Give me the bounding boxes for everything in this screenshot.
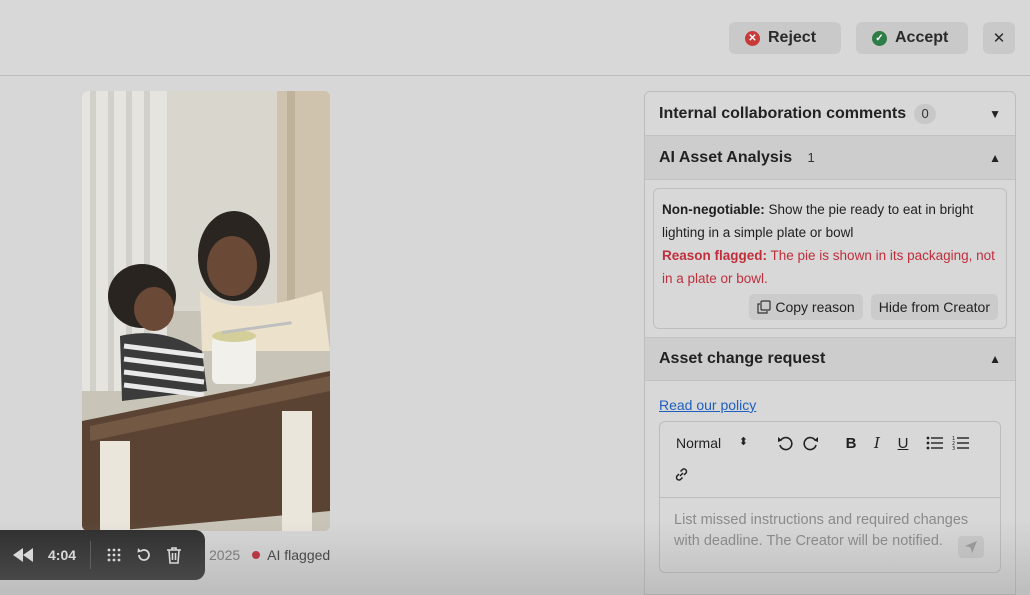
underline-icon[interactable]: U bbox=[890, 435, 916, 452]
review-panel: Internal collaboration comments 0 ▼ AI A… bbox=[644, 91, 1016, 595]
send-icon[interactable] bbox=[958, 536, 984, 558]
analysis-actions: Copy reason Hide from Creator bbox=[662, 294, 998, 320]
analysis-title: AI Asset Analysis bbox=[659, 148, 793, 166]
svg-text:3: 3 bbox=[952, 446, 955, 450]
close-icon: ✕ bbox=[992, 30, 1006, 47]
analysis-section-header[interactable]: AI Asset Analysis 1 ▲ bbox=[645, 136, 1015, 180]
link-icon[interactable] bbox=[668, 467, 694, 482]
bullet-list-icon[interactable] bbox=[922, 436, 948, 450]
undo-icon[interactable] bbox=[772, 435, 798, 451]
trash-icon[interactable] bbox=[165, 546, 183, 564]
reject-button[interactable]: ✕ Reject bbox=[729, 22, 841, 54]
change-request-title: Asset change request bbox=[659, 350, 826, 367]
numbered-list-icon[interactable]: 123 bbox=[948, 436, 974, 450]
check-circle-icon: ✓ bbox=[872, 30, 887, 46]
caret-up-icon[interactable]: ▲ bbox=[989, 352, 1001, 366]
asset-date: 2025 bbox=[209, 547, 241, 563]
close-button[interactable]: ✕ bbox=[983, 22, 1015, 54]
format-select[interactable]: Normal ⬍ bbox=[668, 435, 756, 451]
copy-reason-button[interactable]: Copy reason bbox=[749, 294, 863, 320]
asset-image[interactable] bbox=[82, 91, 330, 531]
asset-photo-illustration bbox=[82, 91, 330, 531]
caret-up-icon[interactable]: ▲ bbox=[989, 151, 1001, 165]
read-policy-link[interactable]: Read our policy bbox=[659, 397, 756, 413]
editor-toolbar: Normal ⬍ B I U 123 bbox=[660, 422, 1000, 498]
hide-from-creator-label: Hide from Creator bbox=[878, 299, 990, 315]
comments-title: Internal collaboration comments bbox=[659, 104, 907, 122]
hide-from-creator-button[interactable]: Hide from Creator bbox=[870, 294, 998, 320]
non-negotiable-text: Non-negotiable: Show the pie ready to ea… bbox=[662, 198, 998, 244]
x-circle-icon: ✕ bbox=[745, 30, 760, 46]
caret-down-icon[interactable]: ▼ bbox=[989, 107, 1001, 121]
italic-icon[interactable]: I bbox=[864, 434, 890, 452]
divider bbox=[90, 541, 92, 569]
non-negotiable-label: Non-negotiable: bbox=[662, 202, 765, 217]
copy-reason-label: Copy reason bbox=[775, 299, 855, 315]
rewind-icon[interactable] bbox=[12, 548, 34, 562]
copy-icon bbox=[757, 300, 771, 314]
reason-flagged-text: Reason flagged: The pie is shown in its … bbox=[662, 244, 998, 290]
screen-recorder-bar: 4:04 bbox=[0, 530, 205, 580]
comments-count-badge: 0 bbox=[914, 103, 937, 124]
flag-indicator-dot bbox=[252, 551, 261, 559]
format-select-value: Normal bbox=[676, 435, 722, 451]
textarea-placeholder: List missed instructions and required ch… bbox=[674, 512, 969, 549]
analysis-count-badge: 1 bbox=[807, 150, 815, 165]
change-request-textarea[interactable]: List missed instructions and required ch… bbox=[660, 498, 1000, 564]
asset-meta: 2025 AI flagged bbox=[209, 547, 330, 563]
restart-icon[interactable] bbox=[135, 547, 153, 563]
comments-section-header[interactable]: Internal collaboration comments 0 ▼ bbox=[645, 92, 1015, 136]
rich-text-editor: Normal ⬍ B I U 123 List missed instructi… bbox=[659, 421, 1001, 573]
reason-flagged-label: Reason flagged: bbox=[662, 248, 768, 263]
grid-dots-icon[interactable] bbox=[105, 547, 123, 563]
recording-time: 4:04 bbox=[48, 547, 77, 563]
redo-icon[interactable] bbox=[798, 435, 824, 451]
ai-flagged-label: AI flagged bbox=[267, 547, 331, 563]
select-arrows-icon: ⬍ bbox=[738, 436, 748, 448]
reject-label: Reject bbox=[768, 29, 817, 46]
analysis-card: Non-negotiable: Show the pie ready to ea… bbox=[653, 188, 1007, 329]
bold-icon[interactable]: B bbox=[838, 435, 864, 452]
change-request-section-header[interactable]: Asset change request ▲ bbox=[645, 337, 1015, 381]
accept-label: Accept bbox=[895, 29, 949, 46]
top-bar: ✕ Reject ✓ Accept ✕ bbox=[0, 0, 1030, 76]
accept-button[interactable]: ✓ Accept bbox=[856, 22, 968, 54]
